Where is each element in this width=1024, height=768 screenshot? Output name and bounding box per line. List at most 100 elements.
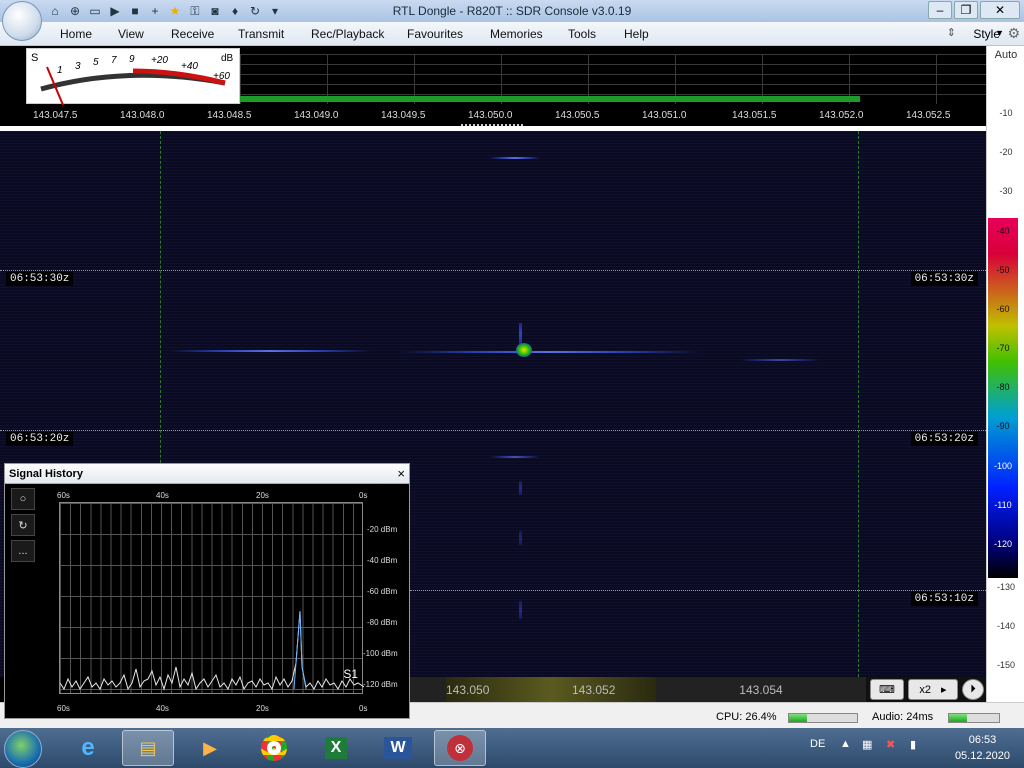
freq-label: 143.051.5: [732, 110, 777, 121]
signal-history-close-icon[interactable]: ×: [397, 466, 405, 481]
db-tick: -140: [996, 621, 1015, 631]
nav-freq-3: 143.054: [739, 682, 783, 697]
colour-tick: -60: [996, 304, 1010, 314]
maximize-button[interactable]: ❐: [954, 1, 978, 19]
menu-receive[interactable]: Receive: [171, 27, 214, 41]
excel-icon[interactable]: X: [310, 730, 362, 766]
clock-time: 06:53: [968, 734, 997, 746]
menu-memories[interactable]: Memories: [490, 27, 543, 41]
cpu-meter: [788, 713, 858, 723]
s-meter-tick: 3: [75, 61, 81, 72]
zoom-button[interactable]: x2 ▸: [908, 679, 958, 700]
time-label: 06:53:10z: [910, 592, 978, 606]
dbm-label: -60 dBm: [367, 587, 398, 596]
colour-tick: -40: [996, 226, 1010, 236]
record-button[interactable]: ○: [11, 488, 35, 510]
freq-label: 143.048.5: [207, 110, 252, 121]
s-meter-tick: 9: [129, 54, 135, 65]
cpu-meter-fill: [789, 714, 807, 722]
style-dropdown-icon[interactable]: ▼: [995, 28, 1004, 38]
keyboard-button[interactable]: ⌨: [870, 679, 904, 700]
menu-home[interactable]: Home: [60, 27, 92, 41]
s-level-label: S1: [343, 667, 358, 681]
dbm-label: -100 dBm: [363, 649, 398, 658]
reset-button[interactable]: ↻: [11, 514, 35, 536]
signal-history-title: Signal History: [9, 468, 83, 480]
freq-label: 143.050.5: [555, 110, 600, 121]
signal-history-header[interactable]: Signal History ×: [5, 464, 409, 484]
step-icon: ⏵: [970, 683, 976, 695]
s-meter-tick: 7: [111, 55, 117, 66]
dbm-label: -120 dBm: [363, 680, 398, 689]
time-axis-label: 40s: [156, 491, 169, 500]
windows-taskbar: e ▤ ▶ X W ⊗ DE ▲ ▦ ✖ ▮ 06:53 05.12.2020: [0, 728, 1024, 768]
language-indicator[interactable]: DE: [810, 738, 825, 750]
nav-freq-2: 143.052: [572, 683, 616, 697]
time-axis-label: 0s: [359, 704, 368, 713]
gear-icon[interactable]: ⚙: [1007, 25, 1020, 42]
colour-tick: -70: [996, 343, 1010, 353]
dbm-label: -40 dBm: [367, 556, 398, 565]
step-forward-button[interactable]: ⏵: [962, 679, 984, 700]
chrome-icon[interactable]: [248, 730, 300, 766]
colour-tick: -110: [994, 500, 1012, 510]
s-meter-tick: +60: [213, 71, 230, 82]
nav-segment: [410, 677, 446, 702]
media-player-icon[interactable]: ▶: [184, 730, 236, 766]
signal-history-plot: S1: [59, 502, 365, 694]
menu-help[interactable]: Help: [624, 27, 649, 41]
style-spinner-icon[interactable]: ⇕: [947, 26, 956, 39]
tray-expand-icon[interactable]: ▲: [840, 738, 851, 750]
nav-segment-active[interactable]: 143.050 143.052: [446, 677, 656, 702]
dbm-label: -20 dBm: [367, 525, 398, 534]
freq-label: 143.051.0: [642, 110, 687, 121]
freq-label: 143.050.0: [468, 110, 513, 121]
signal-trace: [490, 456, 540, 458]
menu-view[interactable]: View: [118, 27, 144, 41]
nav-segment[interactable]: 143.054: [656, 677, 866, 702]
system-clock[interactable]: 06:53 05.12.2020: [955, 732, 1010, 764]
sdr-console-icon[interactable]: ⊗: [434, 730, 486, 766]
signal-trace: [740, 359, 820, 361]
network-icon[interactable]: ▦: [862, 738, 872, 751]
frequency-scale[interactable]: 143.047.5 143.048.0 143.048.5 143.049.0 …: [0, 108, 986, 124]
audio-meter: [948, 713, 1000, 723]
minimize-button[interactable]: –: [928, 1, 952, 19]
flag-icon[interactable]: ✖: [886, 738, 895, 751]
menu-favourites[interactable]: Favourites: [407, 27, 463, 41]
s-meter-tick: 1: [57, 65, 63, 76]
explorer-icon[interactable]: ▤: [122, 730, 174, 766]
time-label: 06:53:20z: [910, 432, 978, 446]
menu-transmit[interactable]: Transmit: [238, 27, 284, 41]
zoom-arrow-icon: ▸: [941, 684, 947, 696]
signal-trace: [519, 531, 522, 545]
menu-rec-playback[interactable]: Rec/Playback: [311, 27, 384, 41]
signal-history-window[interactable]: Signal History × ○ ↻ ... 60s 40s 20s 0s …: [4, 463, 410, 719]
frequency-navigator[interactable]: 143.050 143.052 143.054 ⌨ x2 ▸ ⏵: [410, 677, 986, 702]
menu-tools[interactable]: Tools: [568, 27, 596, 41]
signal-bars-icon[interactable]: ▮: [910, 738, 916, 751]
db-tick: -20: [999, 147, 1013, 157]
audio-latency: Audio: 24ms: [872, 711, 934, 723]
filter-edge-right[interactable]: [858, 131, 859, 677]
more-button[interactable]: ...: [11, 540, 35, 562]
nav-freq-1: 143.050: [446, 683, 490, 697]
app-menu-button[interactable]: [2, 1, 42, 41]
freq-label: 143.048.0: [120, 110, 165, 121]
cpu-usage: CPU: 26.4%: [716, 711, 777, 723]
word-icon[interactable]: W: [372, 730, 424, 766]
dbm-label: -80 dBm: [367, 618, 398, 627]
ie-icon[interactable]: e: [62, 730, 114, 766]
close-button[interactable]: ✕: [980, 1, 1020, 19]
time-axis-label: 20s: [256, 704, 269, 713]
window-title: RTL Dongle - R820T :: SDR Console v3.0.1…: [392, 4, 632, 18]
colour-tick: -80: [996, 382, 1010, 392]
auto-button[interactable]: Auto: [987, 49, 1024, 61]
s-meter-tick: +40: [181, 61, 198, 72]
time-axis-label: 0s: [359, 491, 368, 500]
time-gridline: [0, 430, 986, 431]
time-gridline: [410, 590, 986, 591]
start-button[interactable]: [4, 730, 42, 768]
audio-meter-fill: [949, 714, 967, 722]
time-gridline: [0, 270, 986, 271]
